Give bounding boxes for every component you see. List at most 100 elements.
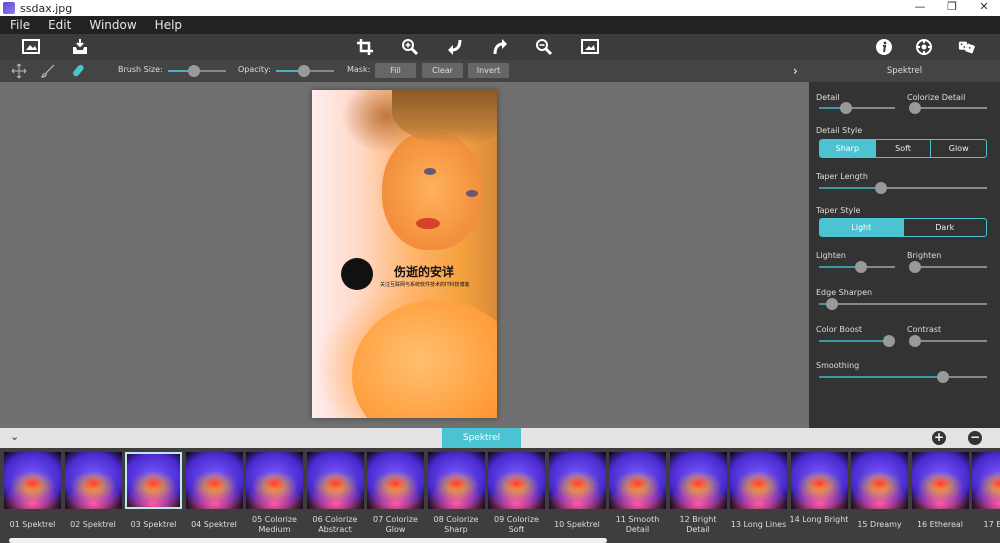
preset-label: 17 Et Co: [983, 520, 1000, 529]
open-image-button[interactable]: [20, 37, 42, 57]
taper-length-slider[interactable]: [819, 182, 987, 194]
preset-category-tab[interactable]: Spektrel: [442, 428, 521, 448]
contrast-slider-handle[interactable]: [909, 335, 921, 347]
preset-thumbnail[interactable]: [185, 452, 243, 509]
preset-thumbnail[interactable]: [64, 452, 122, 509]
opacity-slider[interactable]: [276, 65, 334, 77]
preset-thumbnail[interactable]: [427, 452, 485, 509]
zoom-out-button[interactable]: [533, 37, 555, 57]
preset-label: 04 Spektrel: [191, 520, 237, 529]
taper-length-label: Taper Length: [816, 172, 868, 181]
menu-file[interactable]: File: [10, 18, 30, 32]
panel-title: Spektrel: [886, 66, 923, 76]
mask-invert-button[interactable]: Invert: [468, 63, 509, 78]
brush-icon[interactable]: [40, 63, 56, 79]
preset-label: 06 Colorize Abstract: [312, 515, 358, 534]
preset-thumbnail[interactable]: [790, 452, 848, 509]
app-icon: [3, 2, 15, 14]
redo-icon: [493, 39, 507, 55]
fit-image-icon: [581, 39, 599, 54]
menu-window[interactable]: Window: [89, 18, 136, 32]
smoothing-slider[interactable]: [819, 371, 987, 383]
preset-label: 10 Spektrel: [554, 520, 600, 529]
zoom-in-button[interactable]: [399, 37, 421, 57]
preset-label: 05 Colorize Medium: [252, 515, 297, 534]
preset-thumbnail[interactable]: [669, 452, 727, 509]
preset-thumbnail[interactable]: [367, 452, 424, 509]
lighten-slider[interactable]: [819, 261, 895, 273]
move-icon[interactable]: [11, 63, 27, 79]
brush-size-slider[interactable]: [168, 65, 226, 77]
taper-length-slider-handle[interactable]: [875, 182, 888, 194]
panel-toggle-chevron-icon[interactable]: ›: [793, 64, 798, 78]
detail-slider-handle[interactable]: [839, 102, 852, 114]
smoothing-slider-handle[interactable]: [937, 371, 950, 383]
settings-button[interactable]: [913, 37, 935, 57]
preset-label: 02 Spektrel: [70, 520, 116, 529]
preset-strip-scrollbar[interactable]: [9, 538, 607, 543]
preset-thumbnail[interactable]: [125, 452, 182, 509]
brush-size-slider-handle[interactable]: [188, 65, 201, 77]
undo-button[interactable]: [444, 37, 466, 57]
photo-preview: 伤逝的安详 关注互联网与系统软件技术的IT科技博客: [312, 90, 497, 418]
menu-edit[interactable]: Edit: [48, 18, 71, 32]
edge-sharpen-slider-handle[interactable]: [826, 298, 839, 310]
save-button[interactable]: [69, 37, 91, 57]
eraser-icon[interactable]: [70, 63, 86, 79]
preset-label: 13 Long Lines: [730, 520, 787, 529]
preset-thumbnail[interactable]: [548, 452, 606, 509]
restore-button[interactable]: ❐: [936, 0, 968, 16]
detail-style-sharp[interactable]: Sharp: [820, 140, 876, 157]
preset-thumbnail[interactable]: [730, 452, 787, 509]
redo-button[interactable]: [489, 37, 511, 57]
lighten-label: Lighten: [816, 251, 846, 260]
detail-slider[interactable]: [819, 102, 895, 114]
zoom-in-icon: [402, 39, 419, 56]
preset-thumbnail[interactable]: [851, 452, 908, 509]
taper-style-dark[interactable]: Dark: [904, 219, 987, 236]
crop-button[interactable]: [354, 37, 376, 57]
taper-style-light[interactable]: Light: [820, 219, 904, 236]
menu-bar: File Edit Window Help: [0, 16, 1000, 34]
collapse-chevron-down-icon[interactable]: ⌄: [10, 430, 19, 443]
edge-sharpen-slider[interactable]: [819, 298, 987, 310]
colorize-detail-label: Colorize Detail: [907, 93, 966, 102]
detail-label: Detail: [816, 93, 840, 102]
preset-thumbnail[interactable]: [4, 452, 61, 509]
zoom-out-icon: [536, 39, 553, 56]
detail-style-soft[interactable]: Soft: [876, 140, 932, 157]
preset-thumbnail[interactable]: [911, 452, 969, 509]
mask-label: Mask:: [347, 65, 371, 74]
mask-clear-button[interactable]: Clear: [422, 63, 463, 78]
contrast-slider[interactable]: [909, 335, 987, 347]
lighten-slider-handle[interactable]: [854, 261, 867, 273]
close-button[interactable]: ✕: [968, 0, 1000, 16]
color-boost-slider[interactable]: [819, 335, 895, 347]
color-boost-label: Color Boost: [816, 325, 863, 334]
preset-thumbnail[interactable]: [306, 452, 364, 509]
watermark-title: 伤逝的安详: [394, 265, 455, 279]
add-preset-icon[interactable]: +: [932, 431, 946, 445]
preset-thumbnail[interactable]: [488, 452, 545, 509]
color-boost-slider-handle[interactable]: [882, 335, 895, 347]
colorize-detail-slider[interactable]: [909, 102, 987, 114]
detail-style-glow[interactable]: Glow: [931, 140, 986, 157]
menu-help[interactable]: Help: [155, 18, 182, 32]
preset-thumbnail[interactable]: [246, 452, 303, 509]
brighten-slider[interactable]: [909, 261, 987, 273]
brush-size-label: Brush Size:: [118, 65, 163, 74]
info-button[interactable]: [873, 37, 895, 57]
colorize-detail-slider-handle[interactable]: [909, 102, 921, 114]
mask-fill-button[interactable]: Fill: [375, 63, 416, 78]
image-canvas[interactable]: 伤逝的安详 关注互联网与系统软件技术的IT科技博客: [0, 82, 809, 428]
preset-label: 16 Ethereal: [916, 520, 964, 529]
minimize-button[interactable]: —: [904, 0, 936, 16]
preset-label: 11 Smooth Detail: [615, 515, 660, 534]
remove-preset-icon[interactable]: −: [968, 431, 982, 445]
preset-thumbnail[interactable]: [972, 452, 1000, 509]
brighten-slider-handle[interactable]: [909, 261, 921, 273]
fit-image-button[interactable]: [579, 37, 601, 57]
opacity-slider-handle[interactable]: [297, 65, 310, 77]
randomize-button[interactable]: [956, 37, 978, 57]
preset-thumbnail[interactable]: [609, 452, 666, 509]
